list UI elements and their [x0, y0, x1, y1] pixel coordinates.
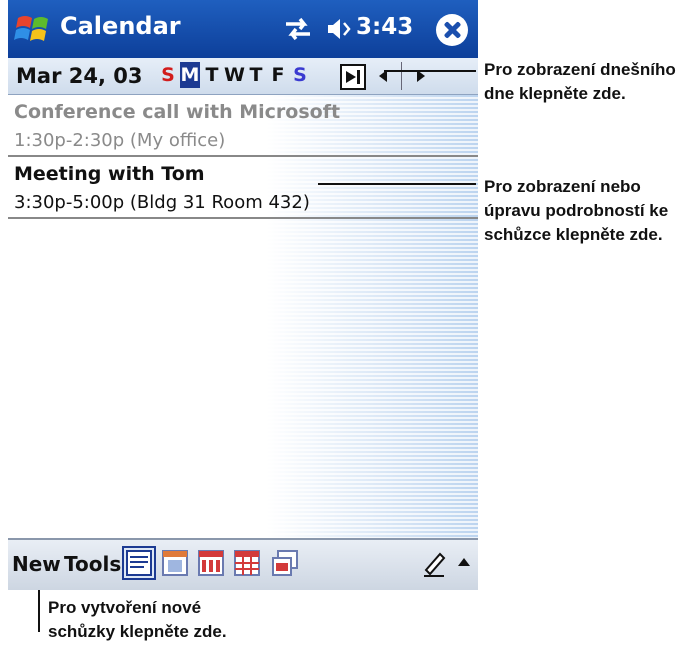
- callout-new-line-2: schůzky klepněte zde.: [48, 622, 227, 641]
- day-tuesday[interactable]: T: [202, 62, 222, 88]
- app-title: Calendar: [60, 12, 181, 40]
- arrow-left-icon[interactable]: [374, 66, 394, 86]
- speaker-icon[interactable]: [326, 15, 354, 43]
- command-bar: New Tools: [8, 538, 478, 590]
- pocket-pc-screen: Calendar 3:43 Mar 24, 03 S M T W T F S C…: [8, 0, 478, 590]
- callout-line-today: [384, 70, 476, 72]
- callout-details-line-2: úpravu podrobností ke: [484, 201, 669, 220]
- day-monday-selected[interactable]: M: [180, 62, 200, 88]
- nav-divider: [401, 62, 402, 90]
- appointment-time: 1:30p-2:30p (My office): [14, 130, 226, 151]
- month-view-icon[interactable]: [232, 548, 262, 578]
- goto-today-icon[interactable]: [340, 64, 366, 90]
- connectivity-icon[interactable]: [284, 15, 312, 43]
- week-view-icon[interactable]: [196, 548, 226, 578]
- callout-line-new: [38, 590, 40, 632]
- agenda-list: Conference call with Microsoft 1:30p-2:3…: [8, 95, 478, 538]
- day-thursday[interactable]: T: [246, 62, 266, 88]
- callout-details: Pro zobrazení nebo úpravu podrobností ke…: [484, 175, 668, 247]
- callout-today-line-2: dne klepněte zde.: [484, 84, 626, 103]
- callout-today: Pro zobrazení dnešního dne klepněte zde.: [484, 58, 676, 106]
- pen-icon[interactable]: [420, 548, 448, 578]
- appointment-item[interactable]: Conference call with Microsoft 1:30p-2:3…: [8, 95, 478, 157]
- callout-details-line-1: Pro zobrazení nebo: [484, 177, 641, 196]
- input-panel-arrow-icon[interactable]: [454, 552, 474, 572]
- appointment-item[interactable]: Meeting with Tom 3:30p-5:00p (Bldg 31 Ro…: [8, 157, 478, 219]
- appointment-title: Meeting with Tom: [14, 163, 205, 185]
- appointment-title: Conference call with Microsoft: [14, 101, 341, 123]
- callout-details-line-3: schůzce klepněte zde.: [484, 225, 663, 244]
- day-saturday[interactable]: S: [290, 62, 310, 88]
- day-sunday[interactable]: S: [158, 62, 178, 88]
- week-day-strip: S M T W T F S: [158, 62, 312, 90]
- callout-new: Pro vytvoření nové schůzky klepněte zde.: [48, 596, 227, 644]
- arrow-right-icon[interactable]: [410, 66, 430, 86]
- day-wednesday[interactable]: W: [224, 62, 245, 88]
- close-icon[interactable]: [436, 14, 468, 46]
- agenda-view-icon[interactable]: [122, 546, 156, 580]
- callout-today-line-1: Pro zobrazení dnešního: [484, 60, 676, 79]
- new-menu[interactable]: New: [12, 552, 61, 576]
- year-view-icon[interactable]: [270, 548, 300, 578]
- title-bar: Calendar 3:43: [8, 0, 478, 58]
- current-date[interactable]: Mar 24, 03: [16, 64, 142, 88]
- date-bar: Mar 24, 03 S M T W T F S: [8, 58, 478, 95]
- windows-flag-icon[interactable]: [14, 10, 54, 48]
- day-view-icon[interactable]: [160, 548, 190, 578]
- appointment-time: 3:30p-5:00p (Bldg 31 Room 432): [14, 192, 310, 213]
- callout-new-line-1: Pro vytvoření nové: [48, 598, 202, 617]
- tools-menu[interactable]: Tools: [64, 552, 121, 576]
- callout-line-details: [318, 183, 476, 185]
- day-friday[interactable]: F: [268, 62, 288, 88]
- clock[interactable]: 3:43: [356, 14, 413, 40]
